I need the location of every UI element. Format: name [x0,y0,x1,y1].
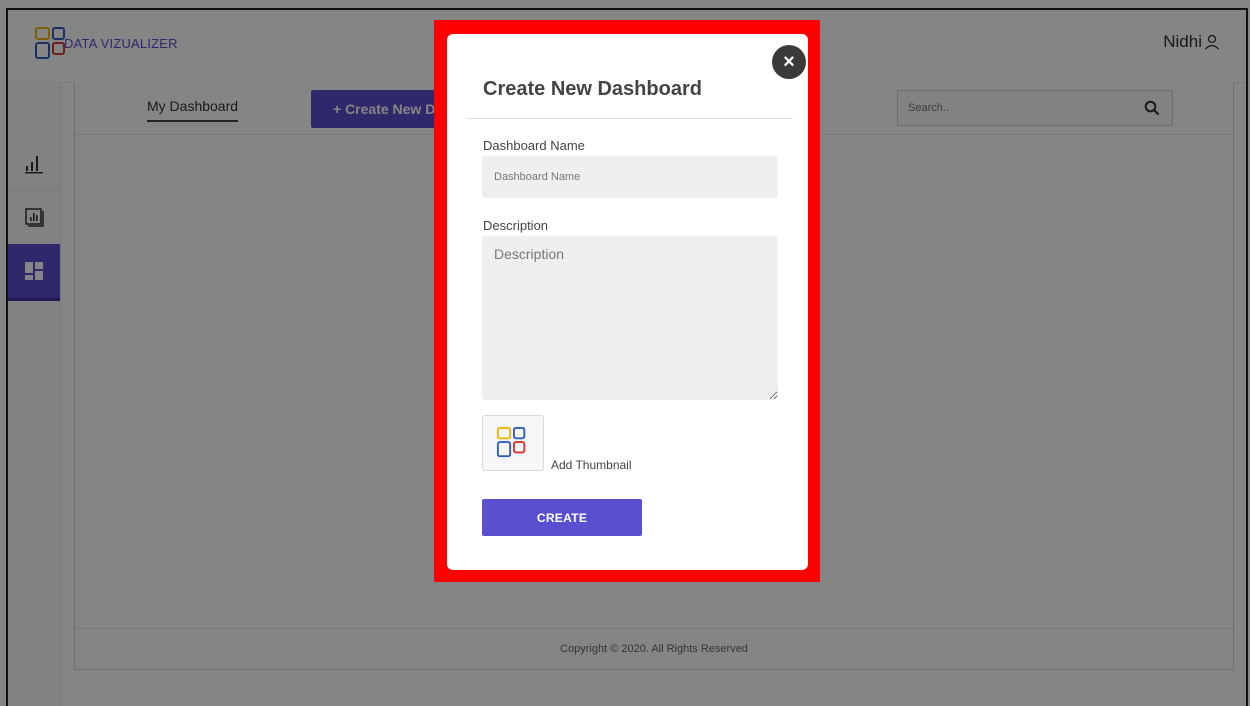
modal-divider [467,118,793,119]
dashboard-name-label: Dashboard Name [483,138,585,153]
description-label: Description [483,218,549,233]
create-dashboard-modal: Create New Dashboard Dashboard Name Desc… [447,34,808,570]
close-icon[interactable]: × [772,45,806,79]
thumbnail-picker[interactable] [482,415,544,471]
description-textarea[interactable] [482,236,778,400]
add-thumbnail-label[interactable]: Add Thumbnail [551,458,632,472]
thumbnail-logo-icon [496,426,526,458]
create-button[interactable]: CREATE [482,499,642,536]
modal-title: Create New Dashboard [483,78,702,100]
dashboard-name-input[interactable] [482,156,778,198]
